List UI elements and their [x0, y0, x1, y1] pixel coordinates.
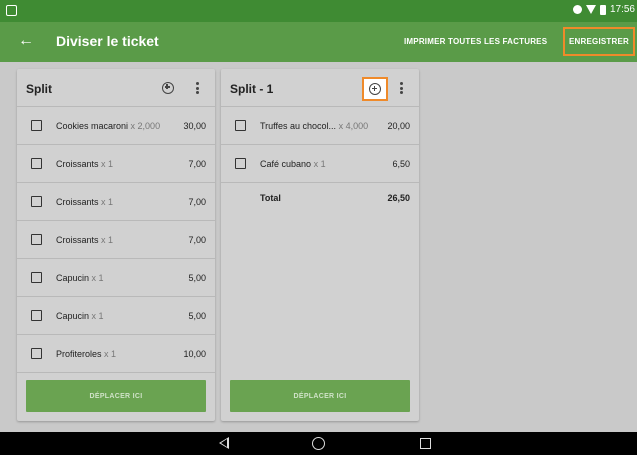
- item-name: Croissants: [56, 159, 99, 169]
- page-title: Diviser le ticket: [56, 33, 159, 49]
- list-item[interactable]: Cookies macaroni x 2,000 30,00: [17, 107, 215, 145]
- item-checkbox[interactable]: [235, 158, 246, 169]
- print-all-invoices-button[interactable]: IMPRIMER TOUTES LES FACTURES: [404, 37, 547, 46]
- move-here-button[interactable]: DÉPLACER ICI: [26, 380, 206, 412]
- system-nav-bar: [0, 432, 637, 455]
- card-title: Split - 1: [230, 82, 274, 96]
- item-qty: x 1: [91, 273, 104, 283]
- item-price: 7,00: [188, 159, 206, 169]
- item-price: 20,00: [387, 121, 410, 131]
- item-name: Croissants: [56, 235, 99, 245]
- item-qty: x 1: [101, 235, 114, 245]
- item-checkbox[interactable]: [31, 348, 42, 359]
- item-price: 7,00: [188, 197, 206, 207]
- item-price: 5,00: [188, 311, 206, 321]
- nav-home-icon[interactable]: [312, 437, 325, 450]
- split-card-1: Split - 1 Truffes au chocol... x 4,000 2…: [221, 69, 419, 421]
- item-checkbox[interactable]: [31, 272, 42, 283]
- list-item[interactable]: Croissants x 1 7,00: [17, 221, 215, 259]
- item-name: Café cubano: [260, 159, 312, 169]
- item-checkbox[interactable]: [31, 120, 42, 131]
- notification-icon: [6, 5, 17, 16]
- item-checkbox[interactable]: [31, 196, 42, 207]
- card-title: Split: [26, 82, 52, 96]
- item-qty: x 4,000: [338, 121, 369, 131]
- wifi-icon: [585, 5, 596, 14]
- item-price: 6,50: [392, 159, 410, 169]
- item-qty: x 1: [91, 311, 104, 321]
- status-bar: 17:56: [0, 0, 637, 22]
- item-checkbox[interactable]: [31, 310, 42, 321]
- item-price: 10,00: [183, 349, 206, 359]
- list-item[interactable]: Truffes au chocol... x 4,000 20,00: [221, 107, 419, 145]
- total-value: 26,50: [387, 193, 410, 203]
- add-circle-icon[interactable]: [159, 79, 176, 96]
- battery-icon: [599, 4, 606, 15]
- item-checkbox[interactable]: [235, 120, 246, 131]
- nav-recents-icon[interactable]: [420, 438, 431, 449]
- item-qty: x 1: [101, 197, 114, 207]
- item-price: 7,00: [188, 235, 206, 245]
- total-label: Total: [260, 193, 281, 203]
- status-time: 17:56: [609, 4, 635, 15]
- list-item[interactable]: Capucin x 1 5,00: [17, 259, 215, 297]
- do-not-disturb-icon: [572, 5, 582, 14]
- item-qty: x 1: [101, 159, 114, 169]
- item-qty: x 2,000: [130, 121, 161, 131]
- item-checkbox[interactable]: [31, 158, 42, 169]
- item-name: Cookies macaroni: [56, 121, 129, 131]
- item-checkbox[interactable]: [31, 234, 42, 245]
- card-header: Split - 1: [221, 69, 419, 107]
- item-name: Truffes au chocol...: [260, 121, 337, 131]
- list-item[interactable]: Croissants x 1 7,00: [17, 145, 215, 183]
- list-item[interactable]: Profiteroles x 1 10,00: [17, 335, 215, 373]
- status-icons: 17:56: [572, 4, 635, 15]
- nav-back-icon[interactable]: [219, 437, 229, 449]
- list-item[interactable]: Café cubano x 1 6,50: [221, 145, 419, 183]
- item-name: Capucin: [56, 273, 90, 283]
- list-item[interactable]: Capucin x 1 5,00: [17, 297, 215, 335]
- item-qty: x 1: [104, 349, 117, 359]
- move-here-button[interactable]: DÉPLACER ICI: [230, 380, 410, 412]
- total-row: Total 26,50: [221, 183, 419, 207]
- item-name: Profiteroles: [56, 349, 102, 359]
- add-circle-icon[interactable]: [362, 77, 388, 101]
- save-button[interactable]: ENREGISTRER: [563, 27, 635, 56]
- list-item[interactable]: Croissants x 1 7,00: [17, 183, 215, 221]
- split-card-main: Split Cookies macaroni x 2,000 30,00 Cro…: [17, 69, 215, 421]
- more-vert-icon[interactable]: [399, 82, 403, 94]
- item-qty: x 1: [313, 159, 326, 169]
- back-arrow-icon[interactable]: ←: [18, 31, 34, 51]
- app-bar: ← Diviser le ticket IMPRIMER TOUTES LES …: [0, 22, 637, 62]
- more-vert-icon[interactable]: [195, 82, 199, 94]
- item-price: 5,00: [188, 273, 206, 283]
- card-header: Split: [17, 69, 215, 107]
- item-name: Capucin: [56, 311, 90, 321]
- item-price: 30,00: [183, 121, 206, 131]
- item-name: Croissants: [56, 197, 99, 207]
